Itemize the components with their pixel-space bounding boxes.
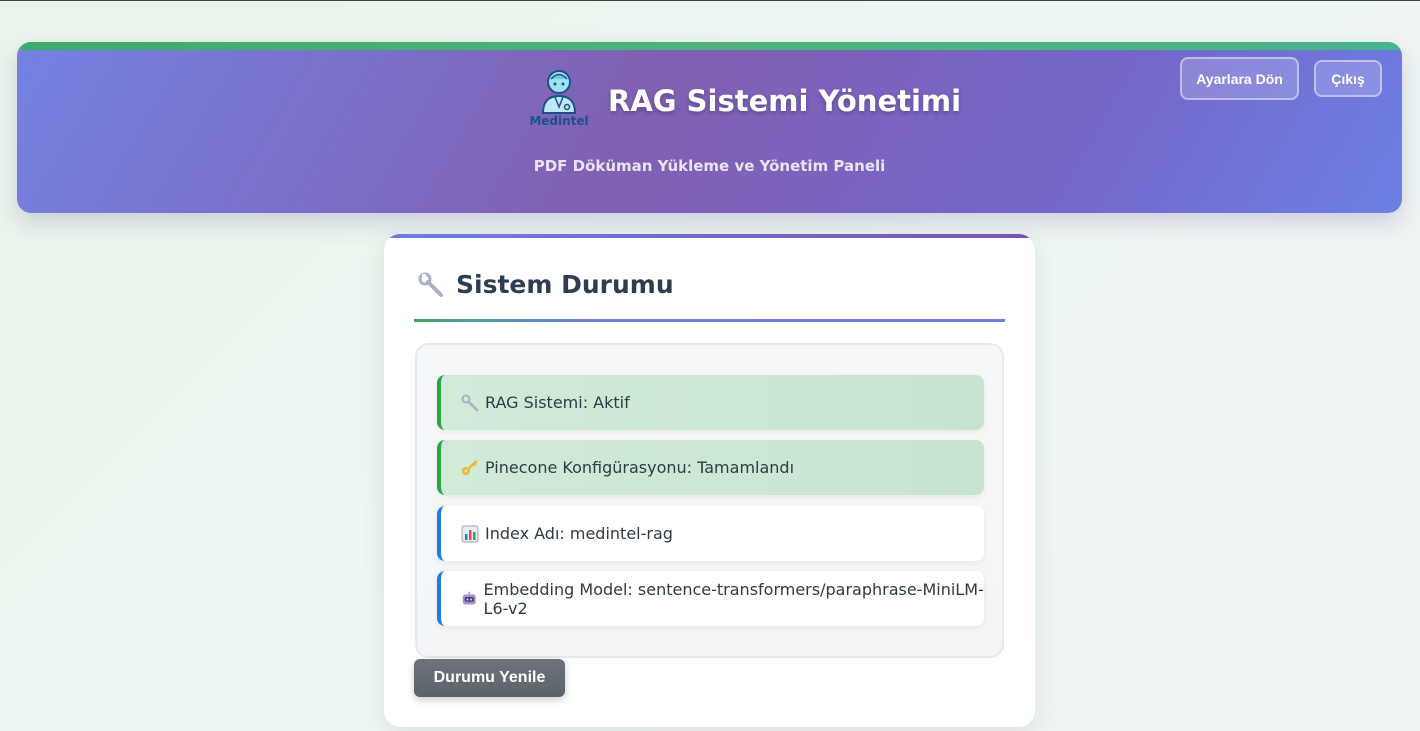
medintel-logo: Medintel [529,67,589,129]
status-item-rag-system: RAG Sistemi: Aktif [437,375,984,430]
page-title: RAG Sistemi Yönetimi [608,84,962,118]
card-title-underline [414,319,1005,322]
page-subtitle: PDF Döküman Yükleme ve Yönetim Paneli [533,157,886,175]
refresh-status-button[interactable]: Durumu Yenile [414,659,565,697]
bar-chart-icon [461,525,479,542]
key-icon [462,459,478,475]
header-accent-strip [17,42,1402,50]
card-accent-strip [384,234,1035,238]
status-item-pinecone-config: Pinecone Konfigürasyonu: Tamamlandı [437,440,984,495]
header-banner: Medintel RAG Sistemi Yönetimi PDF Döküma… [17,42,1402,213]
wrench-icon [418,272,443,297]
status-item-text: Embedding Model: sentence-transformers/p… [483,579,984,618]
status-item-text: Pinecone Konfigürasyonu: Tamamlandı [485,458,795,477]
status-item-index-name: Index Adı: medintel-rag [437,506,984,561]
logo-text: Medintel [529,114,589,128]
system-status-card: Sistem Durumu RAG Sistemi: Aktif Pinecon… [384,234,1035,727]
status-item-text: RAG Sistemi: Aktif [485,393,630,412]
card-header: Sistem Durumu [418,270,674,299]
status-list: RAG Sistemi: Aktif Pinecone Konfigürasyo… [415,343,1004,658]
status-item-text: Index Adı: medintel-rag [485,524,673,543]
card-title: Sistem Durumu [456,270,674,299]
doctor-robot-icon [541,70,577,114]
wrench-icon [461,394,479,411]
status-item-embedding-model: Embedding Model: sentence-transformers/p… [437,571,984,626]
back-to-settings-button[interactable]: Ayarlara Dön [1180,57,1299,100]
robot-icon [462,591,476,605]
logout-button[interactable]: Çıkış [1314,60,1382,97]
